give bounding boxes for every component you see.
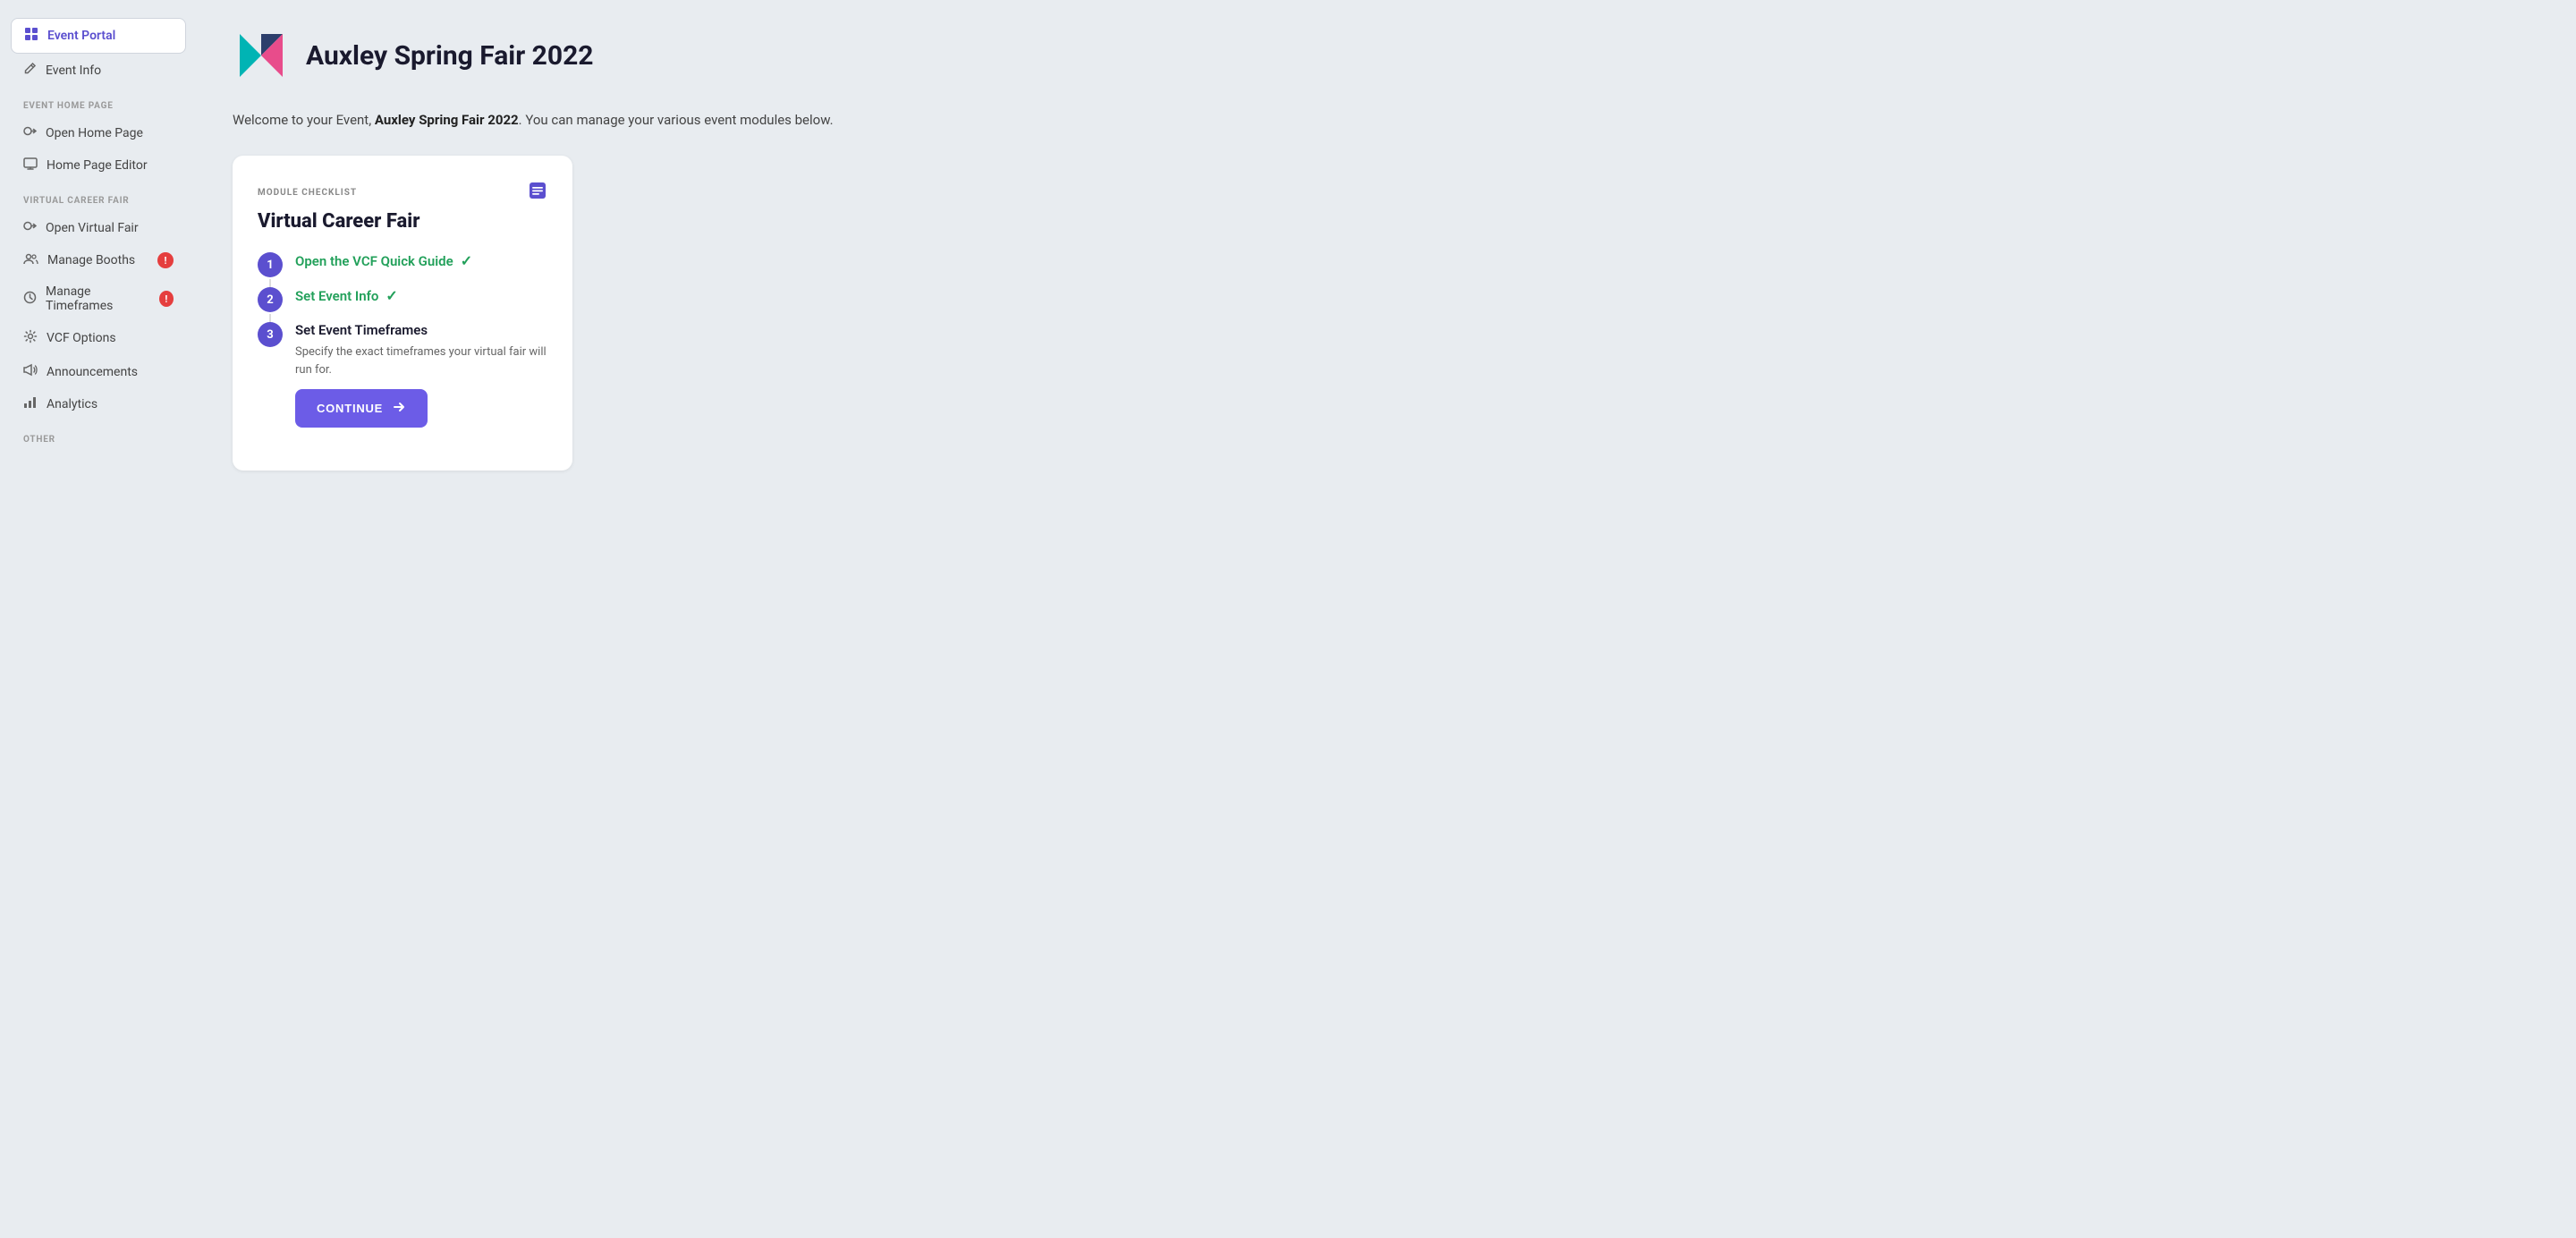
- arrow-right-icon: [23, 124, 37, 141]
- step-3-content: Set Event Timeframes Specify the exact t…: [295, 322, 547, 445]
- clock-icon: [23, 291, 37, 308]
- sidebar-item-vcf-options[interactable]: VCF Options: [11, 321, 186, 355]
- welcome-suffix: . You can manage your various event modu…: [519, 112, 834, 128]
- steps-list: 1 Open the VCF Quick Guide ✓ 2 Set E: [258, 252, 547, 445]
- manage-booths-badge: !: [157, 252, 174, 268]
- continue-label: CONTINUE: [317, 402, 383, 415]
- event-name-bold: Auxley Spring Fair 2022: [375, 112, 519, 128]
- sidebar-item-label: Analytics: [47, 397, 97, 411]
- sidebar-item-label: Open Home Page: [46, 126, 143, 140]
- sidebar: Event Portal Event Info EVENT HOME PAGE …: [0, 0, 197, 1238]
- continue-arrow-icon: [392, 400, 406, 417]
- checklist-card: MODULE CHECKLIST Virtual Career Fair 1: [233, 156, 572, 471]
- continue-button[interactable]: CONTINUE: [295, 389, 428, 428]
- step-3-title: Set Event Timeframes: [295, 322, 547, 338]
- step-1-check-icon: ✓: [461, 252, 472, 269]
- sidebar-item-event-info[interactable]: Event Info: [11, 54, 186, 87]
- step-2-content: Set Event Info ✓: [295, 287, 547, 322]
- page-title: Auxley Spring Fair 2022: [306, 40, 594, 72]
- edit-icon: [23, 62, 37, 79]
- list-icon: [528, 181, 547, 205]
- sidebar-item-label: Open Virtual Fair: [46, 221, 139, 235]
- monitor-icon: [23, 157, 38, 174]
- step-3-number: 3: [258, 322, 283, 347]
- logo-container: [233, 27, 290, 84]
- sidebar-item-open-home-page[interactable]: Open Home Page: [11, 116, 186, 149]
- sidebar-item-label: Home Page Editor: [47, 158, 148, 173]
- step-3: 3 Set Event Timeframes Specify the exact…: [258, 322, 547, 445]
- sidebar-item-label: Event Portal: [47, 29, 115, 43]
- sidebar-item-label: Event Info: [46, 64, 101, 78]
- sidebar-item-analytics[interactable]: Analytics: [11, 388, 186, 420]
- sidebar-item-announcements[interactable]: Announcements: [11, 355, 186, 388]
- sidebar-item-label: Manage Booths: [47, 253, 135, 267]
- welcome-message: Welcome to your Event, Auxley Spring Fai…: [233, 109, 859, 131]
- step-2-title: Set Event Info ✓: [295, 287, 547, 304]
- module-checklist-label: MODULE CHECKLIST: [258, 181, 547, 205]
- sidebar-item-home-page-editor[interactable]: Home Page Editor: [11, 149, 186, 182]
- sidebar-item-label: Announcements: [47, 365, 138, 379]
- step-1-number: 1: [258, 252, 283, 277]
- step-1: 1 Open the VCF Quick Guide ✓: [258, 252, 547, 287]
- megaphone-icon: [23, 363, 38, 380]
- section-label-other: OTHER: [11, 420, 186, 450]
- users-icon: [23, 252, 38, 268]
- enter-icon: [23, 219, 37, 236]
- sidebar-item-event-portal[interactable]: Event Portal: [11, 18, 186, 54]
- sidebar-item-open-virtual-fair[interactable]: Open Virtual Fair: [11, 211, 186, 244]
- step-1-title: Open the VCF Quick Guide ✓: [295, 252, 547, 269]
- chart-icon: [23, 396, 38, 412]
- manage-timeframes-badge: !: [159, 291, 174, 307]
- gear-icon: [23, 329, 38, 347]
- checklist-title: Virtual Career Fair: [258, 210, 547, 233]
- page-header: Auxley Spring Fair 2022: [233, 27, 2540, 84]
- grid-icon: [24, 27, 38, 45]
- section-label-vcf: VIRTUAL CAREER FAIR: [11, 182, 186, 211]
- sidebar-item-label: Manage Timeframes: [46, 284, 150, 313]
- step-2-check-icon: ✓: [386, 287, 397, 304]
- step-2: 2 Set Event Info ✓: [258, 287, 547, 322]
- sidebar-item-manage-booths[interactable]: Manage Booths !: [11, 244, 186, 276]
- sidebar-item-label: VCF Options: [47, 331, 116, 345]
- step-3-description: Specify the exact timeframes your virtua…: [295, 343, 547, 378]
- main-content: Auxley Spring Fair 2022 Welcome to your …: [197, 0, 2576, 1238]
- step-1-content: Open the VCF Quick Guide ✓: [295, 252, 547, 287]
- sidebar-item-manage-timeframes[interactable]: Manage Timeframes !: [11, 276, 186, 321]
- section-label-home-page: EVENT HOME PAGE: [11, 87, 186, 116]
- step-2-number: 2: [258, 287, 283, 312]
